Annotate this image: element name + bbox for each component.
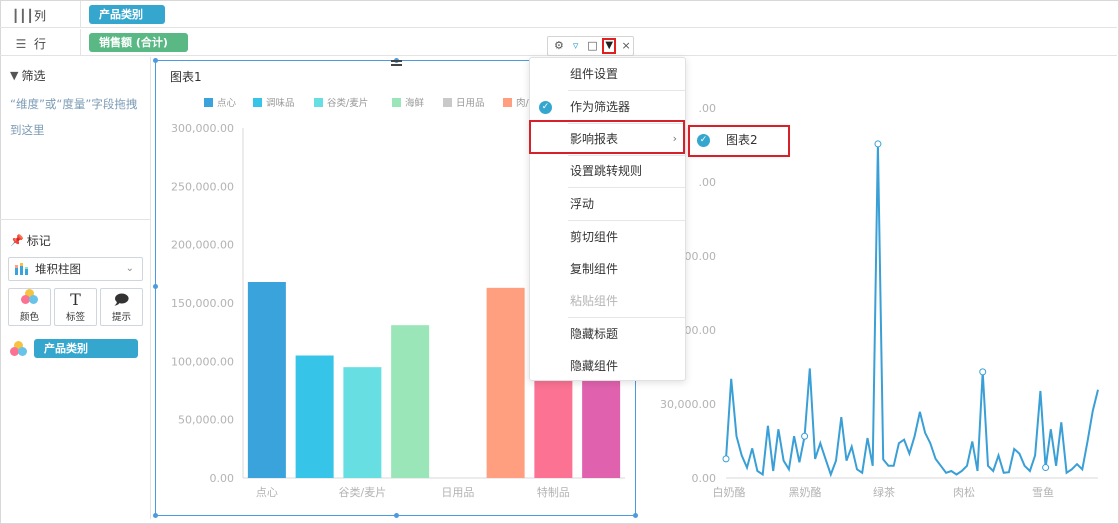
menu-item-as-filter[interactable]: ✓ 作为筛选器 bbox=[530, 91, 687, 123]
y-tick-label: 100,000.00 bbox=[171, 355, 234, 368]
menu-item-component-settings[interactable]: 组件设置 bbox=[530, 58, 687, 90]
close-icon[interactable]: × bbox=[619, 39, 633, 53]
bar bbox=[391, 325, 430, 478]
menu-item-label: 粘贴组件 bbox=[570, 294, 619, 308]
bar bbox=[295, 355, 334, 478]
legend-label: 海鲜 bbox=[405, 97, 425, 109]
x-tick-label: 特制品 bbox=[537, 485, 570, 499]
legend-swatch bbox=[392, 98, 401, 107]
bar bbox=[343, 367, 382, 478]
x-tick-label: 日用品 bbox=[441, 486, 474, 499]
menu-item-jump-rules[interactable]: 设置跳转规则 bbox=[530, 155, 687, 187]
y-tick-label: 150,000.00 bbox=[171, 297, 234, 310]
highlight-box bbox=[688, 125, 790, 157]
legend-label: 点心 bbox=[217, 98, 237, 109]
legend-label: 肉/ bbox=[516, 97, 530, 109]
legend-swatch bbox=[253, 98, 262, 107]
y-tick-label: 0.00 bbox=[210, 472, 235, 485]
widget-toolbar: ⚙ ▿ □ ▼ × bbox=[547, 36, 634, 56]
y-tick-label: 50,000.00 bbox=[178, 414, 234, 427]
x-tick-label: 点心 bbox=[256, 486, 278, 499]
square-icon[interactable]: □ bbox=[586, 39, 600, 53]
bar bbox=[486, 287, 525, 478]
filter-icon[interactable]: ▿ bbox=[569, 39, 583, 53]
x-tick-label: 谷类/麦片 bbox=[339, 485, 387, 499]
legend-swatch bbox=[204, 98, 213, 107]
dropdown-icon[interactable]: ▼ bbox=[602, 38, 617, 54]
legend-label: 调味品 bbox=[266, 97, 295, 109]
legend-swatch bbox=[443, 98, 452, 107]
menu-item-label: 组件设置 bbox=[570, 67, 619, 81]
y-tick-label: 250,000.00 bbox=[171, 180, 234, 193]
menu-item-label: 设置跳转规则 bbox=[570, 164, 643, 178]
legend-label: 日用品 bbox=[456, 98, 485, 109]
menu-item-float[interactable]: 浮动 bbox=[530, 188, 687, 220]
menu-item-label: 浮动 bbox=[570, 197, 595, 211]
menu-item-label: 隐藏组件 bbox=[570, 359, 619, 373]
menu-item-label: 作为筛选器 bbox=[570, 100, 631, 114]
menu-item-label: 隐藏标题 bbox=[570, 327, 619, 341]
legend-swatch bbox=[314, 98, 323, 107]
gear-icon[interactable]: ⚙ bbox=[552, 39, 566, 53]
menu-item-copy[interactable]: 复制组件 bbox=[530, 253, 687, 285]
legend-label: 谷类/麦片 bbox=[327, 97, 368, 109]
menu-item-label: 复制组件 bbox=[570, 262, 619, 276]
menu-item-hide-title[interactable]: 隐藏标题 bbox=[530, 318, 687, 350]
bar bbox=[247, 282, 286, 478]
menu-item-hide-component[interactable]: 隐藏组件 bbox=[530, 350, 687, 382]
legend-swatch bbox=[503, 98, 512, 107]
menu-item-cut[interactable]: 剪切组件 bbox=[530, 221, 687, 253]
menu-item-label: 剪切组件 bbox=[570, 230, 619, 244]
y-tick-label: 200,000.00 bbox=[171, 239, 234, 252]
y-tick-label: 300,000.00 bbox=[171, 122, 234, 135]
context-menu: 组件设置 ✓ 作为筛选器 影响报表 › 设置跳转规则 浮动 剪切组件 复制组件 … bbox=[529, 57, 686, 381]
check-icon: ✓ bbox=[539, 101, 552, 114]
highlight-box bbox=[529, 120, 685, 154]
menu-item-paste: 粘贴组件 bbox=[530, 285, 687, 317]
